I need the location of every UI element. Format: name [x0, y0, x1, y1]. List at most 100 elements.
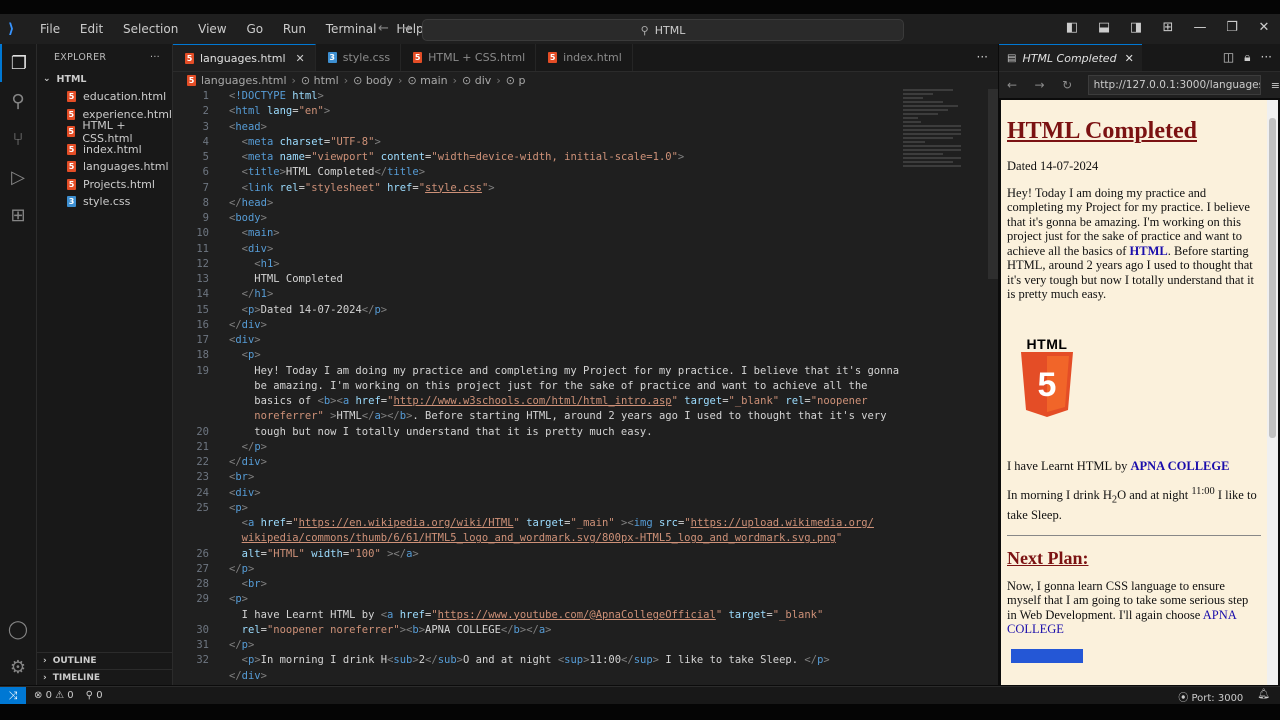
code-line: <p> [229, 501, 248, 514]
minimize-icon[interactable]: — [1190, 20, 1210, 35]
preview-scrollbar[interactable] [1267, 100, 1278, 685]
forward-arrow-icon[interactable]: → [401, 21, 424, 36]
url-input[interactable]: http://127.0.0.1:3000/languages.html [1087, 75, 1261, 95]
file-name: index.html [83, 142, 142, 156]
bottom-strip [0, 704, 1280, 720]
chevron-down-icon: ⌄ [43, 74, 51, 84]
breadcrumb-item[interactable]: languages.html [201, 74, 287, 87]
line-number: 3 [202, 120, 209, 133]
close-tab-icon[interactable]: ✕ [296, 52, 305, 65]
code-editor[interactable]: 1 2 3 4 5 6 7 8 9 10 11 12 13 14 15 16 17 18 19 20 21 22 23 24 2… [173, 89, 998, 685]
file-item[interactable]: 3 style.css [37, 193, 172, 211]
more-actions-icon[interactable]: ··· [1261, 50, 1272, 65]
menu-file[interactable]: File [40, 22, 60, 36]
water-paragraph: In morning I drink H2O and at night 11:0… [1007, 485, 1261, 523]
nav-arrows[interactable]: ←→ [378, 21, 424, 36]
account-icon[interactable]: ◯ [0, 610, 36, 648]
explorer-title: EXPLORER [54, 51, 107, 63]
settings-gear-icon[interactable]: ⚙ [0, 648, 36, 686]
breadcrumb-separator: › [343, 74, 349, 87]
back-arrow-icon[interactable]: ← [378, 21, 401, 36]
tab-preview[interactable]: ▤ HTML Completed ✕ [999, 44, 1142, 71]
forward-arrow-icon[interactable]: → [1035, 78, 1055, 92]
menu-terminal[interactable]: Terminal [326, 22, 377, 36]
refresh-icon[interactable]: ↻ [1062, 78, 1082, 92]
minimap[interactable] [903, 89, 963, 219]
code-content[interactable]: <!DOCTYPE html> <html lang="en"> <head> … [229, 89, 909, 684]
command-center[interactable]: ⚲ HTML [422, 19, 904, 41]
apna-college-link[interactable]: APNA COLLEGE [1130, 459, 1229, 473]
file-item[interactable]: 5 HTML + CSS.html [37, 119, 172, 145]
line-number [173, 409, 209, 424]
toggle-secondary-sidebar-icon[interactable]: ◨ [1126, 20, 1146, 35]
line-number: 20 [196, 425, 209, 438]
code-line: </div> [229, 669, 267, 682]
code-line: be amazing. I'm working on this project … [229, 379, 868, 392]
chevron-right-icon: › [43, 673, 47, 683]
timeline-section[interactable]: › TIMELINE [37, 669, 172, 686]
element-icon: ⊙ [353, 74, 363, 87]
file-item[interactable]: 5 languages.html [37, 158, 172, 176]
menu-edit[interactable]: Edit [80, 22, 103, 36]
command-center-label: HTML [654, 23, 686, 37]
close-window-icon[interactable]: ✕ [1254, 20, 1274, 35]
code-line: HTML Completed [229, 273, 343, 285]
split-editor-icon[interactable]: ◫ [1223, 50, 1234, 65]
breadcrumb-item[interactable]: p [518, 74, 525, 87]
breadcrumb-item[interactable]: main [420, 74, 447, 87]
code-line: <p> [241, 349, 261, 362]
status-problems[interactable]: ⊗ 0 ⚠ 0 ⚲ 0 [34, 690, 103, 701]
tab-languages-html[interactable]: 5 languages.html ✕ [173, 44, 316, 71]
source-control-icon[interactable]: ⑂ [0, 120, 36, 158]
outline-section[interactable]: › OUTLINE [37, 652, 172, 669]
toggle-panel-icon[interactable]: ⬓ [1094, 20, 1114, 35]
breadcrumb-item[interactable]: html [314, 74, 339, 87]
lock-icon[interactable]: 🔒︎ [1244, 50, 1250, 65]
code-line: <link rel="stylesheet" href="style.css"> [241, 181, 495, 194]
html-file-icon: 5 [185, 52, 194, 64]
line-number: 8 [202, 196, 209, 209]
file-item[interactable]: 5 Projects.html [37, 176, 172, 194]
tab-index-html[interactable]: 5 index.html [536, 44, 633, 71]
editor-scrollbar[interactable] [988, 89, 998, 279]
explorer-icon[interactable]: ❐ [0, 44, 36, 82]
live-server-port[interactable]: ⦿ Port: 3000 [1178, 689, 1243, 704]
preview-url-bar: ← → ↻ http://127.0.0.1:3000/languages.ht… [999, 72, 1280, 98]
more-actions-icon[interactable]: ··· [150, 52, 160, 63]
toggle-sidebar-icon[interactable]: ◧ [1062, 20, 1082, 35]
folder-html[interactable]: ⌄ HTML [37, 70, 172, 88]
water-text: In morning I drink H [1007, 488, 1112, 503]
tab-html-css-html[interactable]: 5 HTML + CSS.html [401, 44, 537, 71]
tab-style-css[interactable]: 3 style.css [316, 44, 402, 71]
back-arrow-icon[interactable]: ← [1007, 78, 1027, 92]
code-line: </head> [229, 196, 274, 209]
extensions-icon[interactable]: ⊞ [0, 196, 36, 234]
menu-go[interactable]: Go [246, 22, 263, 36]
file-item[interactable]: 5 education.html [37, 88, 172, 106]
preview-scroll-thumb[interactable] [1269, 118, 1276, 438]
tab-label: languages.html [200, 51, 286, 65]
search-view-icon[interactable]: ⚲ [0, 82, 36, 120]
html5-number: 5 [1038, 366, 1057, 404]
tab-more-actions-icon[interactable]: ··· [977, 50, 988, 64]
code-line: </div> [229, 456, 267, 468]
run-debug-icon[interactable]: ▷ [0, 158, 36, 196]
css-file-icon: 3 [327, 52, 337, 63]
hamburger-menu-icon[interactable]: ≡ [1271, 79, 1280, 92]
remote-icon[interactable]: ⤨ [0, 687, 26, 704]
menu-view[interactable]: View [198, 22, 226, 36]
breadcrumb-item[interactable]: div [475, 74, 492, 87]
notifications-bell-icon[interactable]: 🔔︎ [1257, 689, 1270, 704]
html5-logo[interactable]: HTML 5 [1017, 336, 1077, 423]
code-line: I have Learnt HTML by <a href="https://w… [229, 608, 824, 621]
restore-icon[interactable]: ❐ [1222, 20, 1242, 35]
html-link[interactable]: HTML [1130, 244, 1168, 258]
html5-shield-icon: 5 [1021, 351, 1073, 417]
customize-layout-icon[interactable]: ⊞ [1158, 20, 1178, 35]
menu-selection[interactable]: Selection [123, 22, 178, 36]
breadcrumb-item[interactable]: body [366, 74, 393, 87]
menu-run[interactable]: Run [283, 22, 306, 36]
close-tab-icon[interactable]: ✕ [1125, 52, 1134, 65]
code-line: <div> [229, 334, 261, 346]
code-line: basics of <b><a href="http://www.w3schoo… [229, 395, 868, 407]
